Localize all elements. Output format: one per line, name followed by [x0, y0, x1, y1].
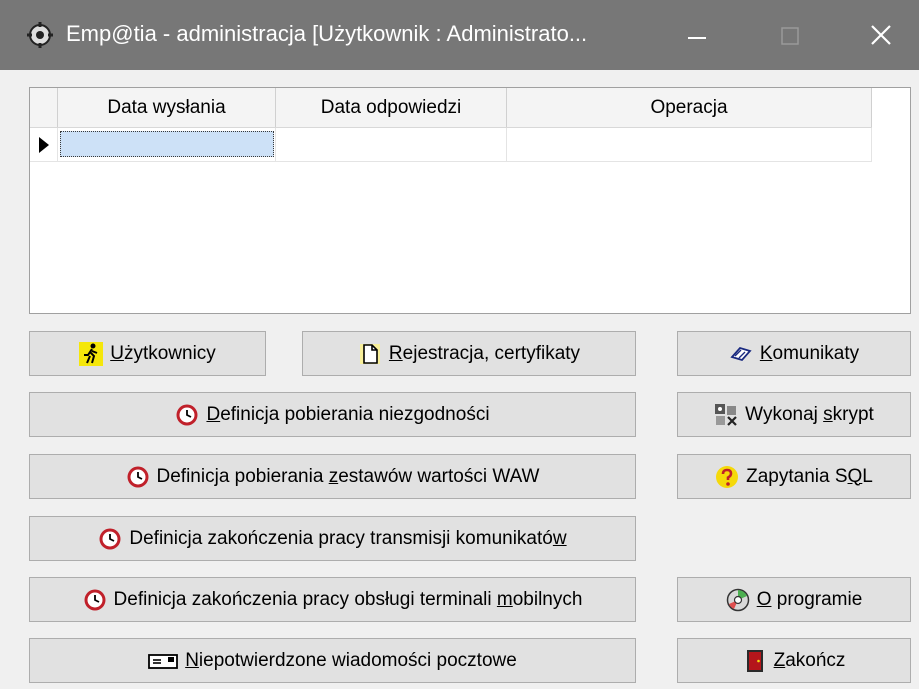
script-icon: [715, 403, 737, 426]
exit-door-icon: [746, 649, 763, 672]
uzytkownicy-button[interactable]: Użytkownicy: [29, 331, 266, 376]
definicja-pobierania-zestawow-button[interactable]: Definicja pobierania zestawów wartości W…: [29, 454, 636, 499]
window-title: Emp@tia - administracja [Użytkownik : Ad…: [66, 21, 588, 46]
app-gear-icon: [27, 22, 53, 48]
minimize-button[interactable]: [660, 0, 740, 70]
link-icon: [730, 346, 752, 361]
table-row[interactable]: [30, 128, 872, 162]
app-window: Emp@tia - administracja [Użytkownik : Ad…: [0, 0, 919, 689]
rejestracja-certyfikaty-button[interactable]: Rejestracja, certyfikaty: [302, 331, 636, 376]
close-icon: [871, 25, 891, 45]
zakoncz-button[interactable]: Zakończ: [677, 638, 911, 683]
question-icon: [716, 465, 739, 488]
selected-cell-focus: [60, 131, 274, 157]
cell-operacja[interactable]: [507, 128, 872, 162]
column-header-data-odpowiedzi[interactable]: Data odpowiedzi: [276, 88, 507, 127]
column-header-data-wyslania[interactable]: Data wysłania: [58, 88, 276, 127]
definicja-zakonczenia-terminali-button[interactable]: Definicja zakończenia pracy obsługi term…: [29, 577, 636, 622]
definicja-pobierania-niezgodnosci-button[interactable]: Definicja pobierania niezgodności: [29, 392, 636, 437]
row-header-corner: [30, 88, 58, 127]
clock-icon: [84, 589, 106, 610]
maximize-icon: [781, 27, 799, 45]
row-indicator: [30, 128, 58, 162]
definicja-zakonczenia-transmisji-button[interactable]: Definicja zakończenia pracy transmisji k…: [29, 516, 636, 561]
maximize-button[interactable]: [750, 0, 830, 70]
minimize-icon: [688, 37, 706, 39]
clock-icon: [127, 466, 149, 487]
title-bar[interactable]: Emp@tia - administracja [Użytkownik : Ad…: [0, 0, 919, 70]
envelope-icon: [148, 653, 179, 669]
row-pointer-icon: [39, 137, 49, 153]
clock-icon: [176, 404, 198, 425]
messages-grid[interactable]: Data wysłania Data odpowiedzi Operacja: [29, 87, 911, 314]
niepotwierdzone-wiadomosci-button[interactable]: Niepotwierdzone wiadomości pocztowe: [29, 638, 636, 683]
document-icon: [359, 343, 380, 364]
cell-data-odpowiedzi[interactable]: [276, 128, 507, 162]
komunikaty-button[interactable]: Komunikaty: [677, 331, 911, 376]
zapytania-sql-button[interactable]: Zapytania SQL: [677, 454, 911, 499]
clock-icon: [99, 528, 121, 549]
grid-header: Data wysłania Data odpowiedzi Operacja: [30, 88, 872, 128]
column-header-operacja[interactable]: Operacja: [507, 88, 872, 127]
o-programie-button[interactable]: O programie: [677, 577, 911, 622]
close-button[interactable]: [840, 0, 919, 70]
wykonaj-skrypt-button[interactable]: Wykonaj skrypt: [677, 392, 911, 437]
cd-icon: [726, 588, 749, 611]
running-person-icon: [79, 341, 104, 366]
